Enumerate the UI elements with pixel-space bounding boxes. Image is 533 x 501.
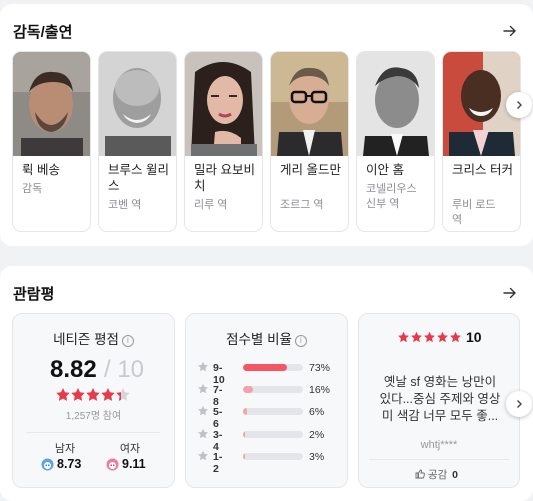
review-text-line3: 미 색감 너무 모두 좋...: [381, 409, 499, 423]
distribution-bar: [243, 408, 303, 415]
distribution-label: 9-10: [213, 362, 225, 386]
divider: [369, 459, 509, 460]
distribution-bar: [243, 364, 303, 371]
arrow-right-icon[interactable]: [501, 284, 519, 302]
like-count: 0: [452, 469, 459, 481]
male-label: 남자: [54, 443, 76, 455]
review-score: 10: [466, 329, 482, 345]
review-section: 관람평 네티즌 평점 i 8.82 / 10 1,257명 참여 남자 8.73 …: [0, 266, 533, 501]
distribution-bar-fill: [243, 386, 253, 393]
rating-score: 8.82: [50, 356, 97, 383]
carousel-next-button[interactable]: [506, 92, 532, 118]
person-character: 역: [452, 214, 463, 226]
person-role: 조르그 역: [280, 199, 324, 211]
info-icon[interactable]: i: [294, 335, 307, 347]
distribution-percent: 3%: [309, 451, 325, 463]
participant-count: 1,257명 참여: [65, 411, 122, 422]
distribution-bar-fill: [243, 431, 246, 438]
like-button[interactable]: 공감 0: [415, 467, 458, 482]
distribution-percent: 6%: [309, 406, 325, 418]
arrow-right-icon[interactable]: [501, 22, 519, 40]
person-character: 신부 역: [366, 198, 400, 210]
person-photo: [13, 52, 90, 156]
person-name: 크리스 터커: [452, 163, 513, 177]
cast-card[interactable]: 뤽 베송 감독: [12, 51, 91, 232]
distribution-label: 7-8: [213, 384, 223, 408]
review-text-line1: 옛날 sf 영화는 낭만이: [383, 375, 497, 389]
distribution-bar-fill: [243, 408, 247, 415]
distribution-bar: [243, 386, 303, 393]
carousel-next-button[interactable]: [506, 391, 532, 417]
person-name: 뤽 베송: [22, 163, 60, 177]
star-icon: [198, 450, 208, 461]
male-icon: [41, 458, 54, 471]
netizen-rating-title: 네티즌 평점 i: [13, 328, 174, 348]
person-name: 이안 홈: [366, 163, 404, 177]
person-role: 감독: [22, 183, 43, 195]
female-label: 여자: [119, 443, 141, 455]
star-icon: [198, 383, 208, 394]
star-icon: [198, 361, 208, 372]
star-icon: [198, 405, 208, 416]
chevron-right-icon: [517, 400, 522, 408]
like-label: 공감: [427, 469, 448, 481]
review-stars: [397, 331, 463, 349]
distribution-label: 1-2: [213, 451, 223, 475]
person-role: 루비 로드: [452, 199, 496, 211]
person-photo: [357, 52, 434, 156]
review-section-title: 관람평: [13, 286, 55, 303]
distribution-bar-fill: [243, 453, 246, 460]
cast-card[interactable]: 밀라 요보비치 리루 역: [184, 51, 263, 232]
review-text-line2: 있다...중심 주제와 영상: [379, 392, 501, 406]
rating-stars-icon: [56, 388, 130, 401]
person-name: 게리 올드만: [280, 163, 341, 177]
person-photo: [99, 52, 176, 156]
distribution-label: 5-6: [213, 406, 223, 430]
distribution-bar-fill: [243, 364, 287, 371]
person-role: 코벤 역: [108, 199, 142, 211]
star-icon: [198, 428, 208, 439]
score-distribution-card[interactable]: 점수별 비율 i 9-10 73% 7-8 16% 5-6 6% 3-4 2% 1-2 3%: [185, 313, 348, 488]
cast-section-title: 감독/출연: [13, 24, 73, 41]
person-photo: [185, 52, 262, 156]
netizen-rating-card[interactable]: 네티즌 평점 i 8.82 / 10 1,257명 참여 남자 8.73 여자 9…: [12, 313, 175, 488]
cast-card[interactable]: 게리 올드만 조르그 역: [270, 51, 349, 232]
distribution-percent: 73%: [309, 362, 331, 374]
person-role: 코넬리우스: [366, 183, 417, 195]
cast-carousel: 뤽 베송 감독 브루스 윌리스 코벤 역 밀라 요보비치 리루 역 게리 올드만…: [12, 51, 533, 236]
review-stars-icon: [398, 331, 461, 343]
review-user: whtj****: [420, 439, 458, 451]
chevron-right-icon: [517, 101, 522, 109]
distribution-title: 점수별 비율 i: [186, 328, 347, 348]
cast-card[interactable]: 크리스 터커 루비 로드 역: [442, 51, 521, 232]
featured-review-card[interactable]: 10 옛날 sf 영화는 낭만이 있다...중심 주제와 영상 미 색감 너무 …: [358, 313, 520, 488]
female-icon: [106, 458, 119, 471]
male-score: 8.73: [57, 457, 82, 471]
distribution-percent: 2%: [309, 429, 325, 441]
rating-max: / 10: [104, 356, 145, 383]
cast-card[interactable]: 이안 홈 코넬리우스 신부 역: [356, 51, 435, 232]
distribution-bar: [243, 453, 303, 460]
female-score: 9.11: [122, 457, 146, 471]
cast-section: 감독/출연 뤽 베송 감독 브루스 윌리스 코벤 역 밀라 요보비치 리루 역 …: [0, 4, 533, 246]
person-role: 리루 역: [194, 199, 228, 211]
thumbs-up-icon: [415, 469, 425, 479]
info-icon[interactable]: i: [121, 335, 134, 347]
distribution-label: 3-4: [213, 429, 223, 453]
person-name: 밀라 요보비치: [194, 163, 255, 193]
distribution-percent: 16%: [309, 384, 331, 396]
cast-card[interactable]: 브루스 윌리스 코벤 역: [98, 51, 177, 232]
person-photo: [271, 52, 348, 156]
person-name: 브루스 윌리스: [108, 163, 169, 193]
divider: [27, 432, 160, 433]
distribution-bar: [243, 431, 303, 438]
